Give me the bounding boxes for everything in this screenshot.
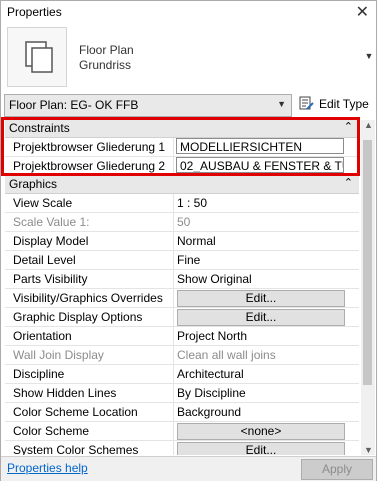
property-name: View Scale: [13, 196, 73, 210]
column-divider: [173, 327, 174, 345]
property-row: Graphic Display Options Edit...: [5, 308, 359, 327]
property-edit-button[interactable]: Edit...: [177, 290, 345, 307]
palette-title: Properties: [7, 5, 62, 19]
property-value[interactable]: Project North: [177, 329, 347, 343]
type-family-name: Floor Plan: [79, 43, 134, 57]
property-value[interactable]: Fine: [177, 253, 347, 267]
column-divider: [173, 384, 174, 402]
property-value-field[interactable]: 02_AUSBAU & FENSTER & TÜ...: [176, 157, 344, 173]
column-divider: [173, 422, 174, 440]
property-name: System Color Schemes: [13, 443, 139, 455]
column-divider: [173, 194, 174, 212]
property-row: Detail Level Fine: [5, 251, 359, 270]
property-row: Wall Join Display Clean all wall joins: [5, 346, 359, 365]
edit-type-label: Edit Type: [319, 97, 369, 111]
properties-help-link[interactable]: Properties help: [7, 461, 88, 475]
instance-filter-value: Floor Plan: EG- OK FFB: [9, 98, 139, 112]
property-row: Scale Value 1: 50: [5, 213, 359, 232]
column-divider: [173, 232, 174, 250]
group-header-graphics[interactable]: Graphics ⌃: [5, 176, 359, 194]
property-row: Display Model Normal: [5, 232, 359, 251]
property-name: Scale Value 1:: [13, 215, 90, 229]
group-header-constraints[interactable]: Constraints ⌃: [5, 120, 359, 138]
property-name: Display Model: [13, 234, 89, 248]
column-divider: [173, 138, 174, 156]
property-grid: Constraints ⌃ Projektbrowser Gliederung 1 M…: [5, 120, 359, 455]
type-name: Grundriss: [79, 58, 132, 72]
property-value[interactable]: By Discipline: [177, 386, 347, 400]
column-divider: [173, 270, 174, 288]
property-value[interactable]: Architectural: [177, 367, 347, 381]
properties-palette: Properties ✕ Floor Plan Grundriss ▼ Floo…: [0, 0, 377, 481]
property-row: Projektbrowser Gliederung 2 02_AUSBAU & F…: [5, 157, 359, 176]
property-name: Orientation: [13, 329, 72, 343]
property-value[interactable]: Show Original: [177, 272, 347, 286]
property-edit-button[interactable]: Edit...: [177, 442, 345, 455]
property-name: Show Hidden Lines: [13, 386, 117, 400]
column-divider: [173, 289, 174, 307]
column-divider: [173, 251, 174, 269]
scroll-up-icon[interactable]: ▲: [364, 120, 373, 130]
column-divider: [173, 403, 174, 421]
property-name: Wall Join Display: [13, 348, 104, 362]
title-bar: Properties ✕: [1, 1, 376, 24]
property-row: Visibility/Graphics Overrides Edit...: [5, 289, 359, 308]
scroll-down-icon[interactable]: ▼: [364, 445, 373, 455]
property-name: Graphic Display Options: [13, 310, 143, 324]
chevron-down-icon: ▼: [277, 99, 286, 109]
edit-type-button[interactable]: Edit Type: [297, 94, 373, 115]
group-label: Graphics: [9, 177, 58, 191]
chevron-down-icon[interactable]: ▼: [364, 28, 374, 84]
property-row: System Color Schemes Edit...: [5, 441, 359, 455]
column-divider: [173, 365, 174, 383]
collapse-chevron-icon[interactable]: ⌃: [344, 120, 353, 133]
type-selector[interactable]: Floor Plan Grundriss ▼: [1, 25, 376, 91]
property-row: Show Hidden Lines By Discipline: [5, 384, 359, 403]
column-divider: [173, 157, 174, 175]
property-row: Color Scheme Location Background: [5, 403, 359, 422]
property-row: Parts Visibility Show Original: [5, 270, 359, 289]
scrollbar-thumb[interactable]: [363, 140, 372, 385]
column-divider: [173, 441, 174, 455]
property-value-field[interactable]: MODELLIERSICHTEN: [176, 138, 344, 154]
property-name: Projektbrowser Gliederung 1: [13, 140, 166, 154]
column-divider: [173, 213, 174, 231]
property-edit-button[interactable]: Edit...: [177, 309, 345, 326]
group-label: Constraints: [9, 121, 70, 135]
property-row: Projektbrowser Gliederung 1 MODELLIERSICH…: [5, 138, 359, 157]
property-name: Visibility/Graphics Overrides: [13, 291, 163, 305]
property-row: Orientation Project North: [5, 327, 359, 346]
property-value-readonly: Clean all wall joins: [177, 348, 276, 362]
property-name: Color Scheme Location: [13, 405, 138, 419]
property-grid-scrollbar[interactable]: ▲ ▼: [361, 120, 375, 455]
column-divider: [173, 308, 174, 326]
property-value[interactable]: Normal: [177, 234, 347, 248]
property-name: Parts Visibility: [13, 272, 88, 286]
property-row: Color Scheme <none>: [5, 422, 359, 441]
apply-button[interactable]: Apply: [301, 459, 373, 480]
property-value-readonly: 50: [177, 215, 191, 229]
property-name: Discipline: [13, 367, 65, 381]
footer-bar: Properties help Apply: [1, 456, 376, 481]
instance-selector-row: Floor Plan: EG- OK FFB ▼ Edit Type: [1, 93, 376, 118]
property-row: View Scale 1 : 50: [5, 194, 359, 213]
property-name: Projektbrowser Gliederung 2: [13, 159, 166, 173]
edit-type-icon: [299, 96, 314, 111]
property-row: Discipline Architectural: [5, 365, 359, 384]
property-value[interactable]: Background: [177, 405, 347, 419]
close-icon[interactable]: ✕: [356, 2, 369, 21]
column-divider: [173, 346, 174, 364]
property-edit-button[interactable]: <none>: [177, 423, 345, 440]
instance-filter-dropdown[interactable]: Floor Plan: EG- OK FFB ▼: [4, 94, 292, 117]
property-value[interactable]: 1 : 50: [177, 196, 347, 210]
collapse-chevron-icon[interactable]: ⌃: [344, 176, 353, 189]
property-name: Detail Level: [13, 253, 76, 267]
floor-plan-icon: [7, 27, 67, 87]
property-name: Color Scheme: [13, 424, 90, 438]
